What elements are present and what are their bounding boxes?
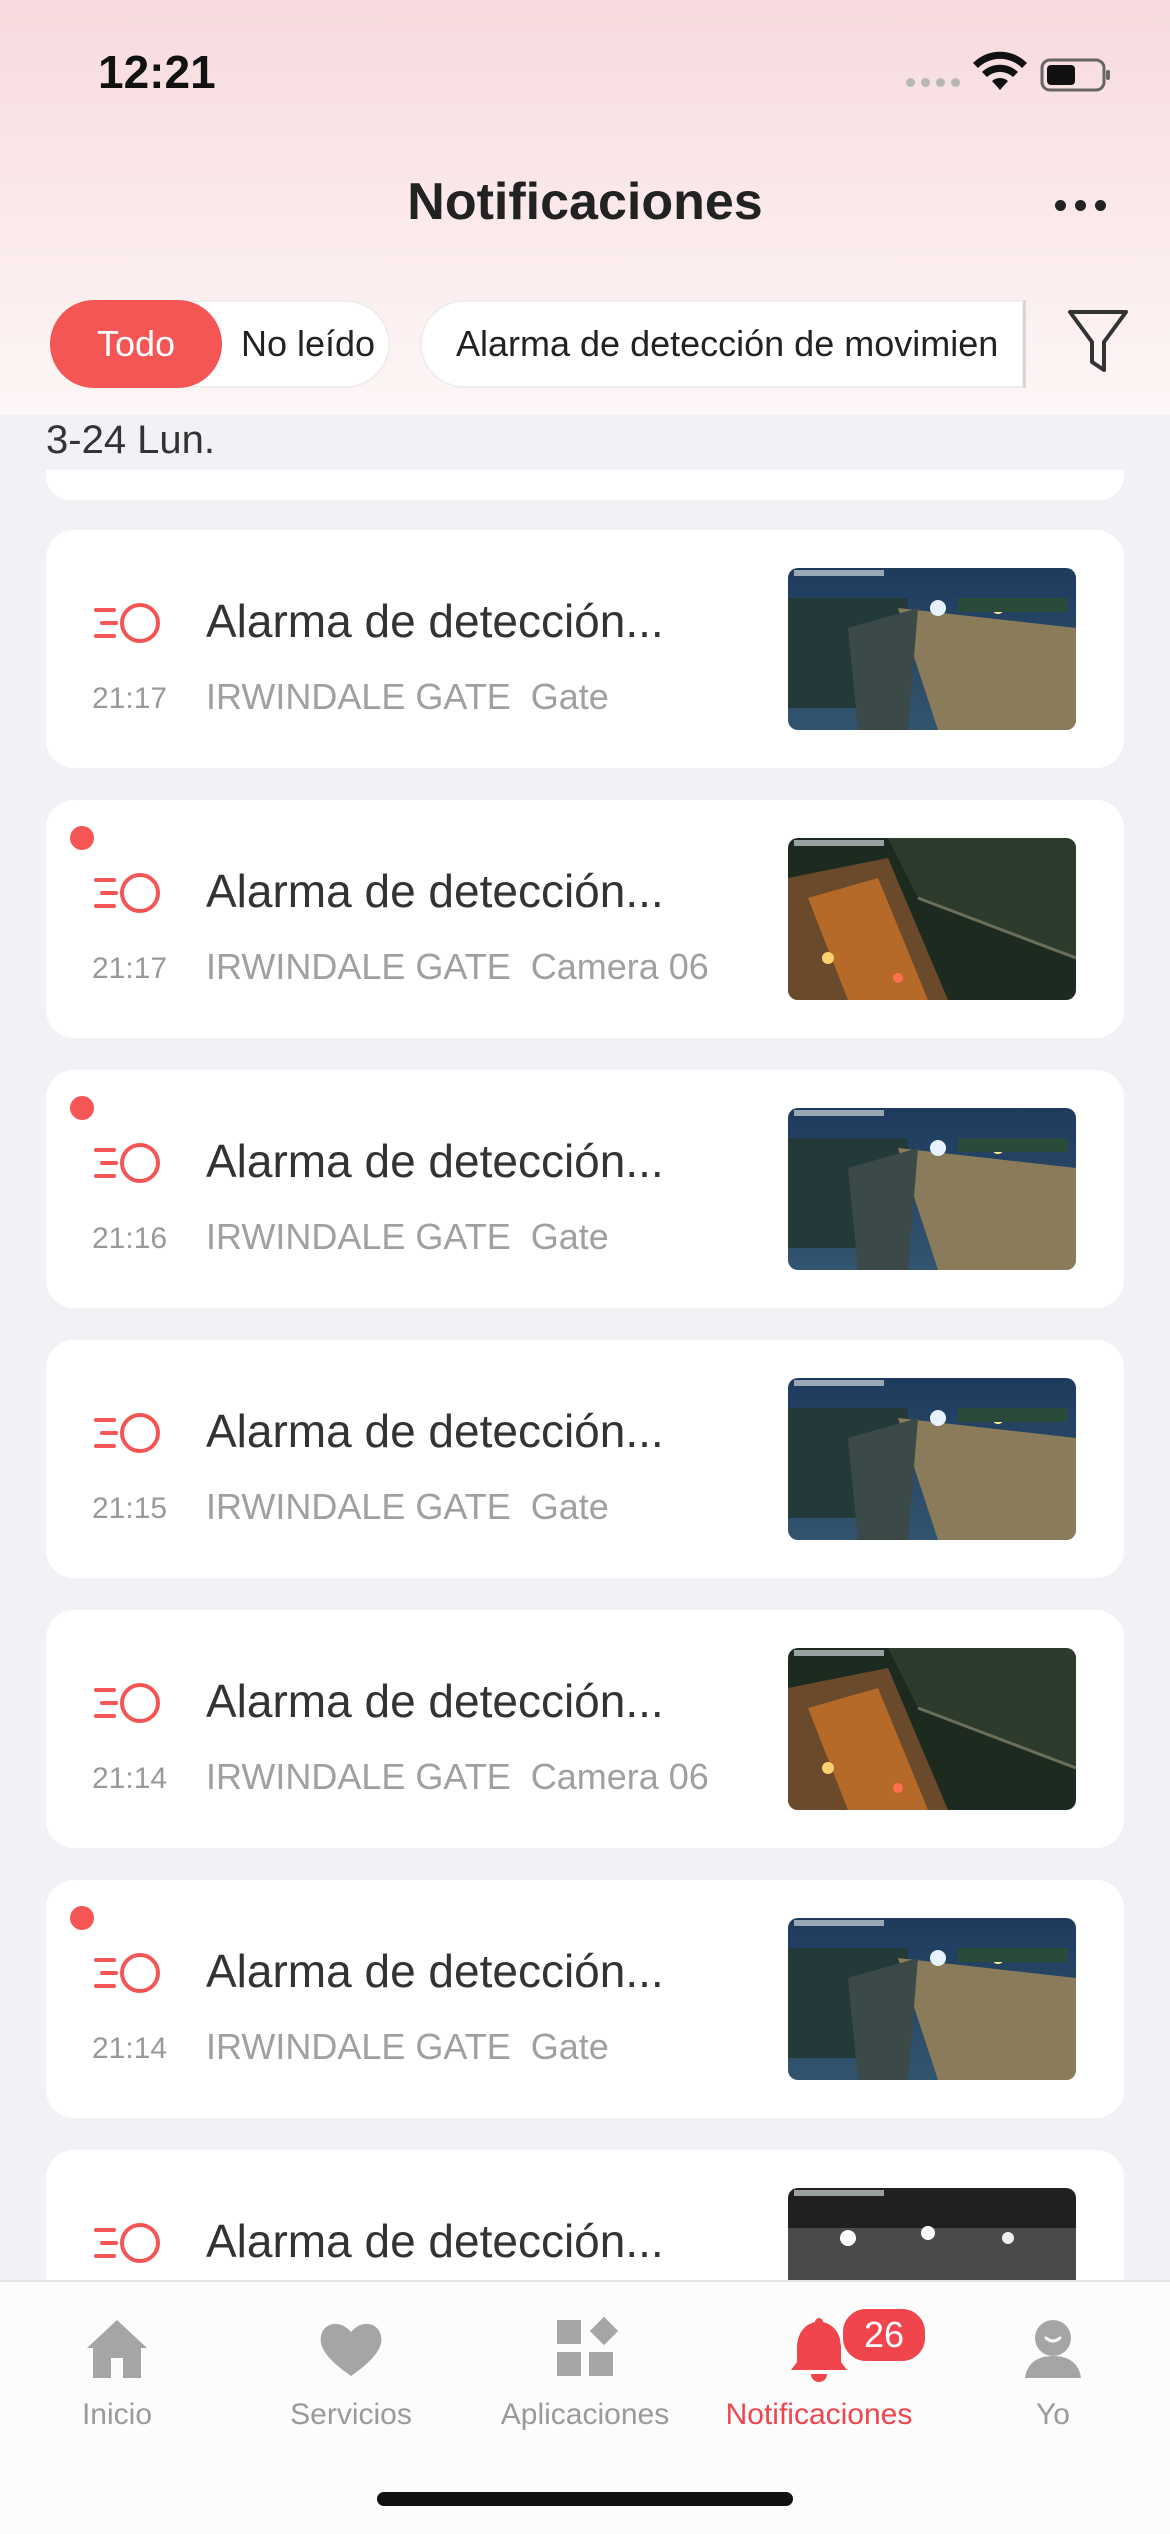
notification-card[interactable]: Alarma de detección... 21:14 IRWINDALE GAT…: [46, 1610, 1124, 1848]
notification-title: Alarma de detección...: [206, 1405, 664, 1457]
notification-source: IRWINDALE GATE Gate: [206, 1486, 609, 1528]
notification-time: 21:14: [92, 1762, 168, 1795]
site-name: IRWINDALE GATE: [206, 1486, 511, 1527]
apps-grid-icon: [557, 2316, 619, 2376]
notification-time: 21:15: [92, 1492, 168, 1525]
page-title: Notificaciones: [407, 173, 763, 231]
notification-count-badge: 26: [840, 2306, 928, 2364]
notification-card[interactable]: Alarma de detección... 21:14 IRWINDALE GAT…: [46, 1880, 1124, 2118]
tab-label-notificaciones: Notificaciones: [725, 2398, 913, 2431]
notification-time: 21:17: [92, 952, 168, 985]
site-name: IRWINDALE GATE: [206, 1756, 511, 1797]
notification-title: Alarma de detección...: [206, 595, 664, 647]
tab-notificaciones[interactable]: 26 Notificaciones: [702, 2306, 936, 2432]
camera-name: Camera 06: [530, 1756, 709, 1797]
camera-snapshot-camera06: [788, 1648, 1076, 1810]
alarm-type-filter-chip[interactable]: Alarma de detección de movimien: [420, 300, 1024, 388]
motion-alarm-icon: [94, 1143, 160, 1183]
notification-title: Alarma de detección...: [206, 1675, 664, 1727]
tab-label-servicios: Servicios: [290, 2398, 412, 2431]
site-name: IRWINDALE GATE: [206, 2026, 511, 2067]
wifi-icon: [973, 51, 1027, 90]
snapshot-thumbnail[interactable]: [788, 1378, 1076, 1540]
motion-alarm-icon: [94, 1413, 160, 1453]
notification-card[interactable]: Alarma de detección... 21:17 IRWINDALE GAT…: [46, 530, 1124, 768]
battery-icon: [1040, 58, 1110, 92]
camera-snapshot-gate: [788, 568, 1076, 730]
unread-dot: [70, 1906, 94, 1930]
more-options-icon[interactable]: [1055, 200, 1106, 211]
camera-snapshot-gate: [788, 1378, 1076, 1540]
snapshot-thumbnail[interactable]: [788, 1918, 1076, 2080]
snapshot-thumbnail[interactable]: [788, 838, 1076, 1000]
site-name: IRWINDALE GATE: [206, 1216, 511, 1257]
notification-source: IRWINDALE GATE Camera 06: [206, 1756, 709, 1798]
status-time: 12:21: [98, 46, 216, 98]
camera-snapshot-gate: [788, 1108, 1076, 1270]
tab-yo[interactable]: Yo: [936, 2312, 1170, 2432]
notification-time: 21:17: [92, 682, 168, 715]
notification-source: IRWINDALE GATE Gate: [206, 1216, 609, 1258]
filter-funnel-icon[interactable]: [1064, 306, 1132, 378]
unread-dot: [70, 826, 94, 850]
motion-alarm-icon: [94, 2223, 160, 2263]
chip-scroll-edge: [1023, 300, 1026, 388]
motion-alarm-icon: [94, 1953, 160, 1993]
unread-dot: [70, 1096, 94, 1120]
cellular-signal-icon: [906, 78, 960, 87]
camera-snapshot-camera06: [788, 838, 1076, 1000]
heart-icon: [320, 2323, 382, 2376]
notification-card[interactable]: Alarma de detección... 21:17 IRWINDALE GAT…: [46, 800, 1124, 1038]
filter-all-button[interactable]: Todo: [50, 300, 222, 388]
camera-snapshot-gate: [788, 1918, 1076, 2080]
snapshot-thumbnail[interactable]: [788, 1648, 1076, 1810]
tab-servicios[interactable]: Servicios: [234, 2312, 468, 2432]
notification-list: Alarma de detección... 21:17 IRWINDALE GAT…: [46, 530, 1124, 2420]
person-icon: [1025, 2320, 1081, 2378]
date-group-header: 3-24 Lun.: [46, 418, 216, 462]
motion-alarm-icon: [94, 873, 160, 913]
camera-name: Gate: [530, 1216, 609, 1257]
tab-aplicaciones[interactable]: Aplicaciones: [468, 2312, 702, 2432]
notification-card[interactable]: Alarma de detección... 21:16 IRWINDALE GAT…: [46, 1070, 1124, 1308]
snapshot-thumbnail[interactable]: [788, 1108, 1076, 1270]
motion-alarm-icon: [94, 1683, 160, 1723]
notification-title: Alarma de detección...: [206, 865, 664, 917]
notification-source: IRWINDALE GATE Gate: [206, 676, 609, 718]
site-name: IRWINDALE GATE: [206, 676, 511, 717]
notification-title: Alarma de detección...: [206, 1945, 664, 1997]
notification-card[interactable]: Alarma de detección... 21:15 IRWINDALE GAT…: [46, 1340, 1124, 1578]
motion-alarm-icon: [94, 603, 160, 643]
home-icon: [87, 2320, 147, 2378]
notification-source: IRWINDALE GATE Gate: [206, 2026, 609, 2068]
camera-name: Gate: [530, 1486, 609, 1527]
previous-card-tail: [46, 470, 1124, 500]
home-indicator: [377, 2492, 793, 2506]
tab-label-inicio: Inicio: [81, 2398, 153, 2431]
site-name: IRWINDALE GATE: [206, 946, 511, 987]
tab-label-yo: Yo: [1036, 2398, 1070, 2431]
read-filter-segment: Todo No leído: [50, 300, 390, 388]
notification-title: Alarma de detección...: [206, 2215, 664, 2267]
camera-name: Camera 06: [530, 946, 709, 987]
notification-title: Alarma de detección...: [206, 1135, 664, 1187]
camera-name: Gate: [530, 676, 609, 717]
status-bar: 12:21: [0, 0, 1170, 140]
notification-time: 21:14: [92, 2032, 168, 2065]
snapshot-thumbnail[interactable]: [788, 568, 1076, 730]
filter-unread-button[interactable]: No leído: [228, 302, 388, 386]
notification-time: 21:16: [92, 1222, 168, 1255]
notification-source: IRWINDALE GATE Camera 06: [206, 946, 709, 988]
tab-label-aplicaciones: Aplicaciones: [500, 2398, 670, 2431]
tab-inicio[interactable]: Inicio: [0, 2312, 234, 2432]
camera-name: Gate: [530, 2026, 609, 2067]
